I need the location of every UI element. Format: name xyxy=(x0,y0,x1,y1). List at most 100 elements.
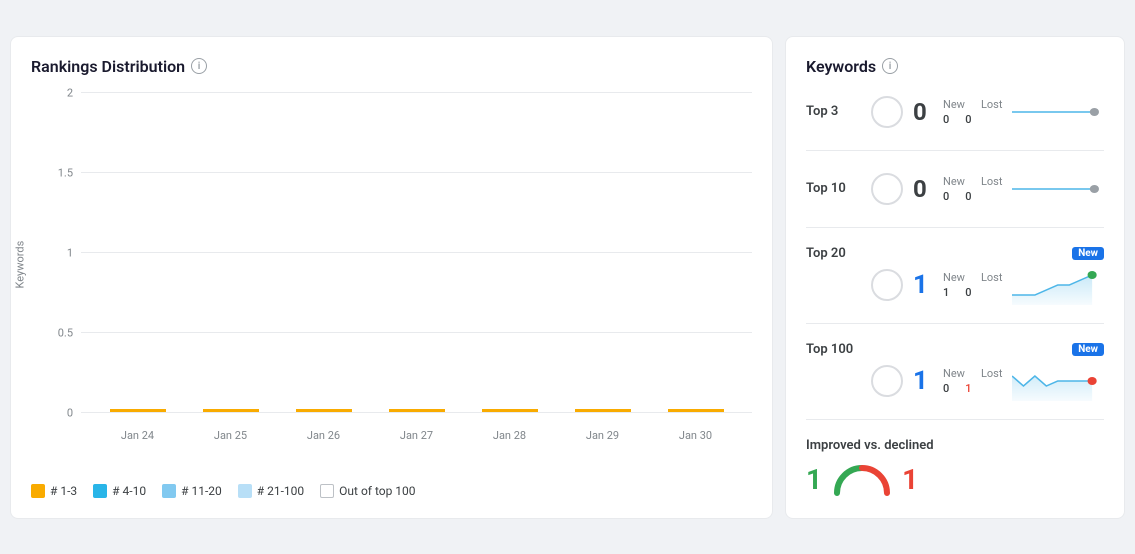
kw-nl-values-top20: 1 0 xyxy=(943,286,1002,299)
bar-group-jan30 xyxy=(668,409,724,412)
left-card-title: Rankings Distribution xyxy=(31,57,185,76)
kw-label-top20: Top 20 xyxy=(806,246,861,261)
kw-nl-values-top100: 0 1 xyxy=(943,382,1002,395)
new-val-top100: 0 xyxy=(943,382,949,395)
right-card-title: Keywords xyxy=(806,57,876,76)
bar-jan28-seg1 xyxy=(482,409,538,412)
new-val-top10: 0 xyxy=(943,190,949,203)
legend-item-11-20: # 11-20 xyxy=(162,484,222,498)
declined-count: 1 xyxy=(902,463,918,496)
new-label-top20: New xyxy=(943,271,965,284)
x-label-jan30: Jan 30 xyxy=(668,429,724,442)
chart-inner: 2 1.5 1 0.5 0 xyxy=(81,92,752,442)
kw-row-top20: 1 New Lost 1 0 xyxy=(806,265,1104,305)
improved-section: Improved vs. declined 1 1 xyxy=(806,438,1104,497)
improved-title: Improved vs. declined xyxy=(806,438,1104,453)
badge-top20: New xyxy=(1072,247,1104,260)
kw-circle-top100 xyxy=(871,365,903,397)
bar-jan25-seg1 xyxy=(203,409,259,412)
new-label-top3: New xyxy=(943,98,965,111)
lost-val-top100: 1 xyxy=(965,382,971,395)
right-info-icon[interactable]: i xyxy=(882,58,898,74)
kw-section-top10: Top 10 0 New Lost 0 0 xyxy=(806,169,1104,228)
new-val-top20: 1 xyxy=(943,286,949,299)
x-label-jan26: Jan 26 xyxy=(296,429,352,442)
new-label-top10: New xyxy=(943,175,965,188)
lost-label-top3: Lost xyxy=(981,98,1002,111)
bar-group-jan29 xyxy=(575,409,631,412)
new-val-top3: 0 xyxy=(943,113,949,126)
lost-label-top20: Lost xyxy=(981,271,1002,284)
x-label-jan27: Jan 27 xyxy=(389,429,445,442)
kw-section-top100: Top 100 New 1 New Lost 0 1 xyxy=(806,342,1104,420)
new-label-top100: New xyxy=(943,367,965,380)
lost-val-top20: 0 xyxy=(965,286,971,299)
kw-count-top100: 1 xyxy=(913,366,933,396)
legend-color-11-20 xyxy=(162,484,176,498)
x-labels: Jan 24 Jan 25 Jan 26 Jan 27 Jan 28 Jan 2… xyxy=(81,429,752,442)
legend-color-out-top100 xyxy=(320,484,334,498)
kw-count-top3: 0 xyxy=(913,98,933,126)
kw-nl-header-top100: New Lost xyxy=(943,367,1002,380)
kw-new-lost-top10: New Lost 0 0 xyxy=(943,175,1002,203)
kw-nl-header-top3: New Lost xyxy=(943,98,1002,111)
main-container: Rankings Distribution i Keywords 2 1.5 1 xyxy=(10,36,1125,519)
bar-group-jan27 xyxy=(389,409,445,412)
kw-nl-header-top20: New Lost xyxy=(943,271,1002,284)
kw-row-top100: 1 New Lost 0 1 xyxy=(806,361,1104,401)
legend-item-4-10: # 4-10 xyxy=(93,484,146,498)
legend-label-1-3: # 1-3 xyxy=(50,484,77,498)
bar-jan27-top xyxy=(389,409,445,412)
left-card-header: Rankings Distribution i xyxy=(31,57,752,76)
kw-nl-header-top10: New Lost xyxy=(943,175,1002,188)
mini-chart-top10 xyxy=(1012,169,1104,209)
kw-section-top3: Top 3 0 New Lost 0 0 xyxy=(806,92,1104,151)
x-label-jan25: Jan 25 xyxy=(203,429,259,442)
kw-circle-top3 xyxy=(871,96,903,128)
x-label-jan28: Jan 28 xyxy=(482,429,538,442)
legend-label-out-top100: Out of top 100 xyxy=(339,484,415,498)
legend-item-21-100: # 21-100 xyxy=(238,484,304,498)
legend-color-21-100 xyxy=(238,484,252,498)
chart-legend: # 1-3 # 4-10 # 11-20 # 21-100 Out of top… xyxy=(31,484,752,498)
kw-label-top3: Top 3 xyxy=(806,104,861,119)
chart-area: Keywords 2 1.5 1 0.5 xyxy=(31,92,752,472)
bar-group-jan25 xyxy=(203,409,259,412)
kw-nl-values-top3: 0 0 xyxy=(943,113,1002,126)
kw-circle-top10 xyxy=(871,173,903,205)
bar-group-jan24 xyxy=(110,409,166,412)
lost-label-top10: Lost xyxy=(981,175,1002,188)
kw-row-top3: Top 3 0 New Lost 0 0 xyxy=(806,92,1104,132)
left-info-icon[interactable]: i xyxy=(191,58,207,74)
x-label-jan29: Jan 29 xyxy=(575,429,631,442)
kw-section-top20: Top 20 New 1 New Lost 1 0 xyxy=(806,246,1104,324)
legend-color-4-10 xyxy=(93,484,107,498)
mini-chart-top3 xyxy=(1012,92,1104,132)
right-card-header: Keywords i xyxy=(806,57,1104,76)
kw-new-lost-top100: New Lost 0 1 xyxy=(943,367,1002,395)
bar-jan30-seg1 xyxy=(668,409,724,412)
lost-label-top100: Lost xyxy=(981,367,1002,380)
legend-item-out-top100: Out of top 100 xyxy=(320,484,415,498)
legend-color-1-3 xyxy=(31,484,45,498)
bar-group-jan26 xyxy=(296,409,352,412)
kw-row-top10: Top 10 0 New Lost 0 0 xyxy=(806,169,1104,209)
grid-line-0: 0 xyxy=(81,412,752,413)
improved-count: 1 xyxy=(806,463,822,496)
kw-label-top100: Top 100 xyxy=(806,342,861,357)
rankings-distribution-card: Rankings Distribution i Keywords 2 1.5 1 xyxy=(10,36,773,519)
legend-item-1-3: # 1-3 xyxy=(31,484,77,498)
y-axis-label: Keywords xyxy=(13,240,26,288)
lost-val-top3: 0 xyxy=(965,113,971,126)
kw-circle-top20 xyxy=(871,269,903,301)
keywords-card: Keywords i Top 3 0 New Lost 0 0 xyxy=(785,36,1125,519)
mini-chart-top20 xyxy=(1012,265,1104,305)
legend-label-21-100: # 21-100 xyxy=(257,484,304,498)
improved-row: 1 1 xyxy=(806,463,1104,497)
gauge-chart xyxy=(832,463,892,497)
bar-group-jan28 xyxy=(482,409,538,412)
kw-new-lost-top3: New Lost 0 0 xyxy=(943,98,1002,126)
legend-label-4-10: # 4-10 xyxy=(112,484,146,498)
badge-top100: New xyxy=(1072,343,1104,356)
kw-nl-values-top10: 0 0 xyxy=(943,190,1002,203)
